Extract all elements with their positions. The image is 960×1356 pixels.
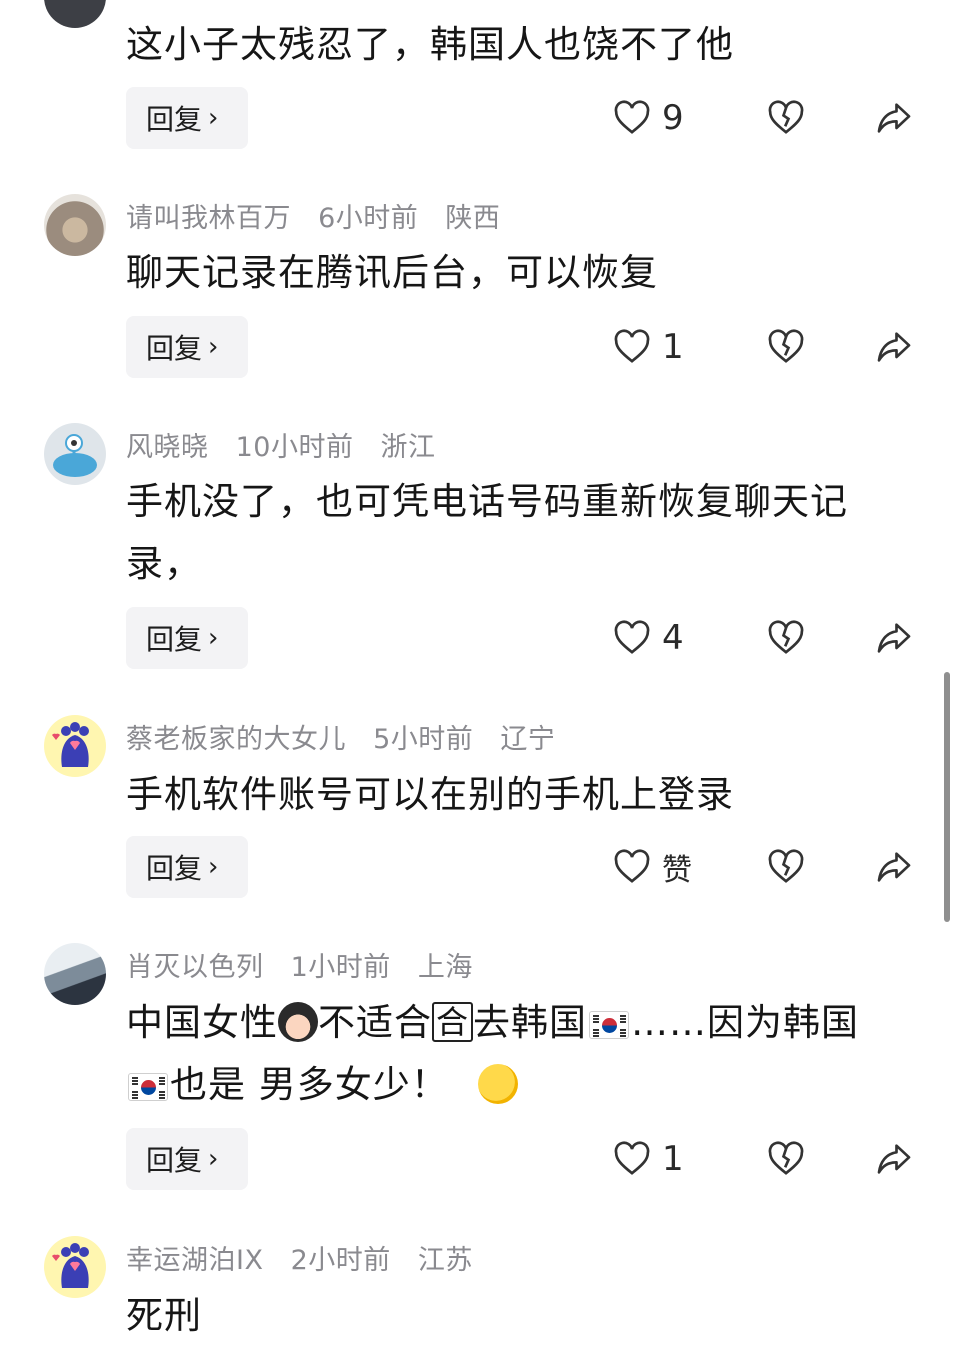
text-segment: 也是 男多女少！ (170, 1063, 449, 1106)
like-count: 4 (662, 618, 684, 658)
broken-heart-icon[interactable] (766, 618, 806, 658)
paw-avatar-icon (52, 722, 89, 767)
paw-avatar-icon (52, 1243, 89, 1288)
chevron-right-icon: › (208, 852, 219, 882)
username[interactable]: 风晓晓 (126, 432, 209, 463)
username[interactable]: 肖灭以色列 (126, 952, 264, 983)
like-button[interactable]: 9 (612, 87, 684, 149)
timestamp: 6小时前 (318, 203, 419, 234)
like-button[interactable]: 1 (612, 316, 684, 378)
reply-label: 回复 (146, 852, 203, 885)
username[interactable]: 幸运湖泊IX (126, 1245, 263, 1276)
chevron-right-icon: › (208, 103, 219, 133)
heart-outline-icon (614, 1141, 650, 1175)
share-arrow-icon[interactable] (873, 327, 915, 367)
like-count: 赞 (662, 853, 692, 888)
avatar[interactable] (44, 943, 106, 1005)
like-count: 1 (662, 1139, 684, 1179)
comment-text: 这小子太残忍了，韩国人也饶不了他 (126, 23, 734, 66)
location: 陕西 (445, 203, 501, 234)
watermark (715, 1290, 955, 1346)
text-segment: ……因为韩国 (631, 1001, 860, 1044)
location: 上海 (417, 952, 473, 983)
share-arrow-icon[interactable] (873, 847, 915, 887)
like-button[interactable]: 赞 (612, 836, 692, 898)
like-count: 1 (662, 327, 684, 367)
username[interactable]: 蔡老板家的大女儿 (126, 724, 346, 755)
share-arrow-icon[interactable] (873, 618, 915, 658)
text-segment: 去韩国 (473, 1001, 588, 1044)
reply-label: 回复 (146, 103, 203, 136)
like-button[interactable]: 1 (612, 1128, 684, 1190)
timestamp: 10小时前 (235, 432, 354, 463)
reply-button[interactable]: 回复 › (126, 836, 248, 898)
reply-button[interactable]: 回复 › (126, 316, 248, 378)
avatar[interactable] (44, 715, 106, 777)
reply-label: 回复 (146, 1144, 203, 1177)
thinking-face-emoji-icon (477, 1064, 518, 1104)
scrollbar[interactable] (944, 672, 950, 922)
location: 辽宁 (500, 724, 556, 755)
broken-heart-icon[interactable] (766, 847, 806, 887)
timestamp: 2小时前 (290, 1245, 391, 1276)
reply-button[interactable]: 回复 › (126, 607, 248, 669)
reply-label: 回复 (146, 623, 203, 656)
reply-label: 回复 (146, 332, 203, 365)
heart-outline-icon (614, 620, 650, 654)
comment-text: 手机软件账号可以在别的手机上登录 (126, 773, 734, 816)
heart-outline-icon (614, 100, 650, 134)
comment-text: 中国女性 不适合合去韩国 ……因为韩国也是 男多女少！ (126, 992, 906, 1116)
avatar[interactable] (44, 194, 106, 256)
chevron-right-icon: › (208, 1144, 219, 1174)
text-segment: 中国女性 (126, 1001, 278, 1044)
reply-button[interactable]: 回复 › (126, 1128, 248, 1190)
timestamp: 1小时前 (290, 952, 391, 983)
broken-heart-icon[interactable] (766, 1139, 806, 1179)
avatar[interactable] (44, 423, 106, 485)
south-korea-flag-icon (128, 1073, 168, 1101)
heart-outline-icon (614, 849, 650, 883)
broken-heart-icon[interactable] (766, 98, 806, 138)
like-button[interactable]: 4 (612, 607, 684, 669)
location: 江苏 (417, 1245, 473, 1276)
reply-button[interactable]: 回复 › (126, 87, 248, 149)
timestamp: 5小时前 (373, 724, 474, 755)
avatar[interactable] (44, 1236, 106, 1298)
share-arrow-icon[interactable] (873, 98, 915, 138)
comment-text: 聊天记录在腾讯后台，可以恢复 (126, 251, 658, 294)
location: 浙江 (380, 432, 436, 463)
south-korea-flag-icon (589, 1011, 630, 1039)
comment-text: 手机没了，也可凭电话号码重新恢复聊天记录， (126, 480, 848, 585)
monster-avatar-icon (53, 434, 97, 477)
boxed-character: 合 (432, 1002, 474, 1042)
chevron-right-icon: › (208, 332, 219, 362)
chevron-right-icon: › (208, 623, 219, 653)
like-count: 9 (662, 98, 684, 138)
username[interactable]: 请叫我林百万 (126, 203, 291, 234)
heart-outline-icon (614, 329, 650, 363)
broken-heart-icon[interactable] (766, 327, 806, 367)
avatar[interactable] (44, 0, 106, 28)
share-arrow-icon[interactable] (873, 1139, 915, 1179)
woman-emoji-icon (278, 1002, 318, 1042)
text-segment: 不适合 (318, 1001, 432, 1044)
